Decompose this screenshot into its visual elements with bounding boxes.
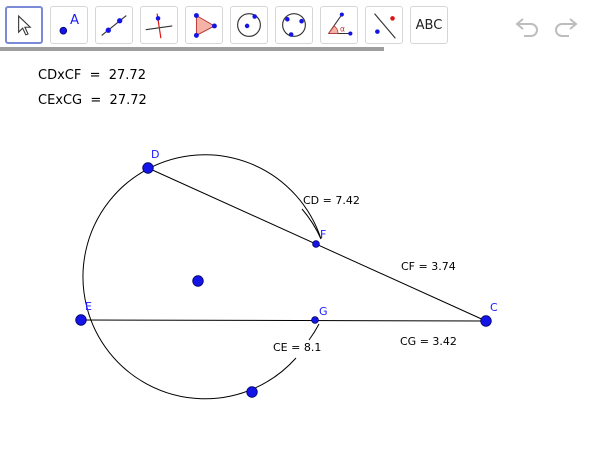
label-cg: CG = 3.42 bbox=[400, 335, 457, 348]
label-cd: CD = 7.42 bbox=[303, 194, 360, 207]
point-label-g: G bbox=[319, 305, 328, 318]
point-g[interactable] bbox=[311, 316, 319, 324]
secant-ce[interactable] bbox=[80, 319, 487, 322]
circle-center-point[interactable] bbox=[192, 275, 204, 287]
point-c[interactable] bbox=[480, 315, 492, 327]
point-label-c: C bbox=[490, 301, 498, 314]
circle-arc-lower[interactable] bbox=[308, 323, 320, 341]
point-label-f: F bbox=[320, 228, 326, 241]
point-label-e: E bbox=[85, 300, 92, 313]
point-label-d: D bbox=[151, 148, 159, 161]
circle-point[interactable] bbox=[246, 386, 258, 398]
label-cf: CF = 3.74 bbox=[401, 260, 456, 273]
point-f[interactable] bbox=[312, 240, 320, 248]
point-e[interactable] bbox=[75, 314, 87, 326]
circle-arc-upper[interactable] bbox=[301, 208, 322, 240]
point-d[interactable] bbox=[142, 162, 154, 174]
circle[interactable] bbox=[82, 154, 322, 400]
graphics-view[interactable]: CD = 7.42 CF = 3.74 CE = 8.1 CG = 3.42 D… bbox=[0, 0, 600, 450]
label-ce: CE = 8.1 bbox=[273, 341, 321, 354]
